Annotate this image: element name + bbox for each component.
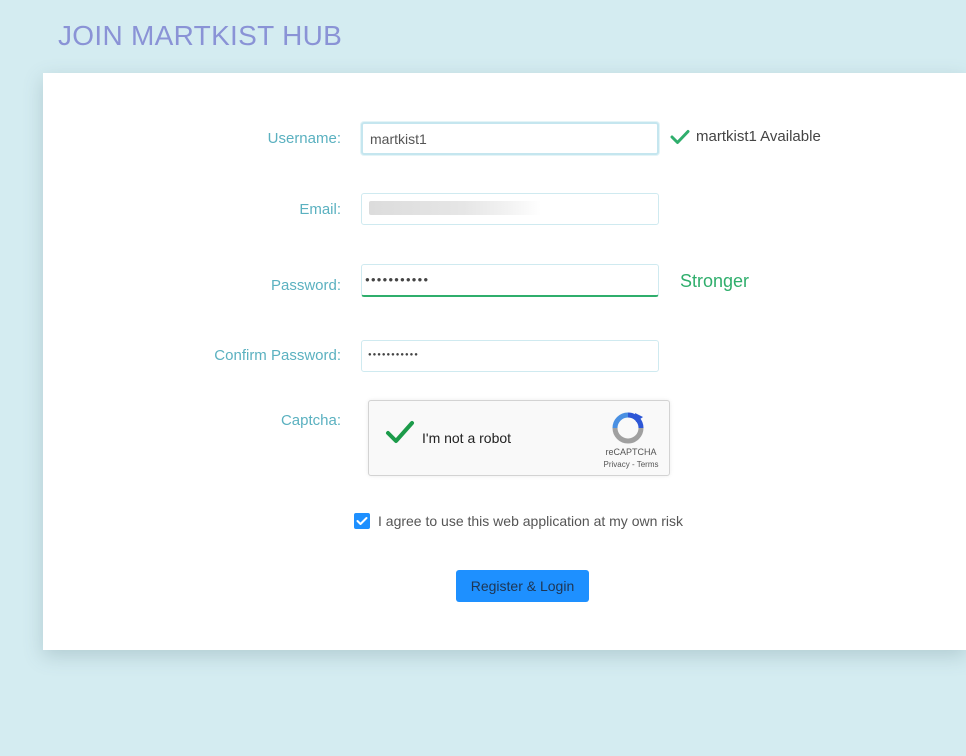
captcha-text: I'm not a robot [422,430,512,446]
agree-text: I agree to use this web application at m… [378,513,684,529]
email-input[interactable] [361,193,659,225]
email-label: Email: [299,201,341,218]
recaptcha-logo-icon [612,412,644,444]
password-strength: Stronger [680,271,750,291]
availability-text: martkist1 Available [696,128,821,145]
register-login-button[interactable]: Register & Login [456,570,589,602]
confirm-password-mask: ●●●●●●●●●●● [368,352,419,358]
captcha-label: Captcha: [280,412,341,429]
username-availability: martkist1 Available [670,128,821,145]
agree-row[interactable]: I agree to use this web application at m… [354,513,683,529]
password-mask: ●●●●●●●●●●● [365,275,430,284]
username-label: Username: [267,130,341,147]
checkmark-icon [356,517,368,525]
confirm-password-input[interactable]: ●●●●●●●●●●● [361,340,659,372]
username-input[interactable] [361,122,659,155]
email-redacted [369,201,541,215]
agree-checkbox[interactable] [354,513,370,529]
confirm-password-label: Confirm Password: [214,347,341,364]
check-icon [670,129,690,144]
page-title: JOIN MARTKIST HUB [58,20,343,51]
captcha-links[interactable]: Privacy - Terms [599,460,663,469]
password-label: Password: [270,277,341,294]
recaptcha-widget[interactable]: I'm not a robot reCAPTCHA Privacy - Term… [368,400,670,476]
registration-card: Username: martkist1 Available Email: Pas… [43,73,966,650]
password-input[interactable]: ●●●●●●●●●●● [361,264,659,297]
check-icon [386,421,414,443]
captcha-brand: reCAPTCHA [605,447,657,457]
